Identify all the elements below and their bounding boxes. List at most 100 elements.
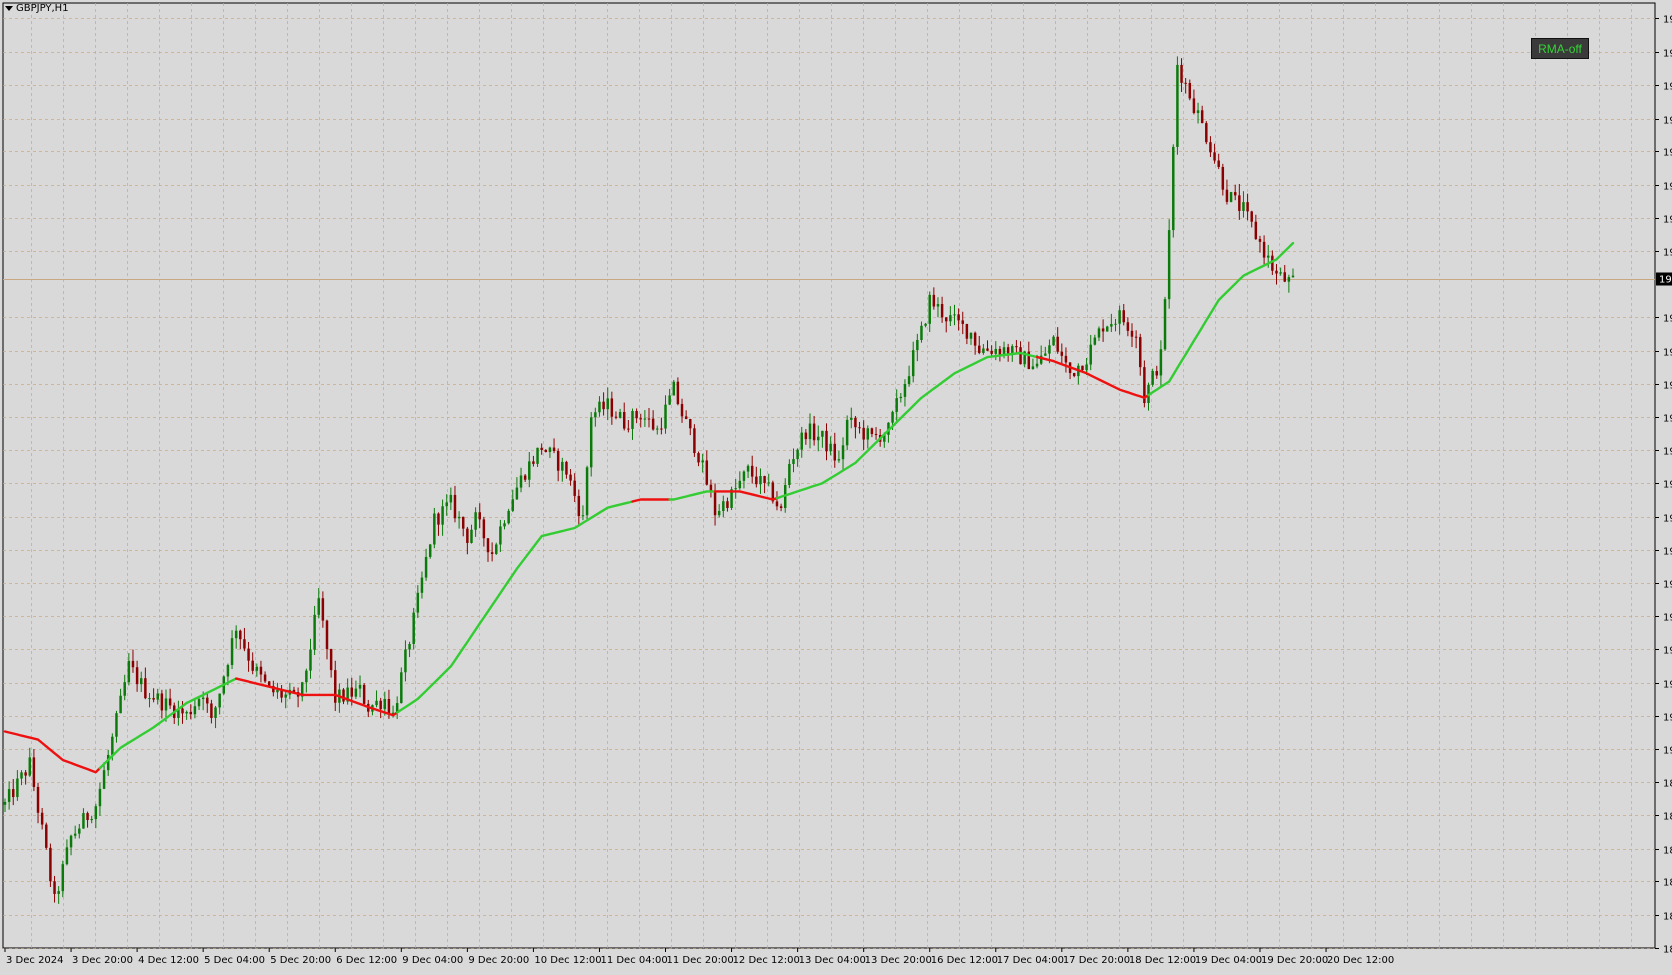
candle-body [218, 693, 221, 708]
candle-body [552, 447, 556, 451]
candle-body [449, 494, 453, 503]
candle-body [106, 754, 110, 771]
candle-body [82, 813, 85, 829]
candle-body [24, 772, 27, 776]
candle-body [152, 698, 155, 700]
y-tick-label: 198.440 [1663, 82, 1672, 93]
candle-body [400, 672, 403, 704]
candle-body [507, 510, 510, 524]
candle-body [713, 492, 717, 516]
candle-body [742, 471, 746, 481]
candle-body [276, 689, 279, 693]
candle-body [123, 682, 126, 696]
candle-body [821, 430, 824, 437]
x-tick-label: 3 Dec 20:00 [72, 955, 133, 966]
candle-body [1072, 373, 1076, 377]
candle-body [569, 474, 572, 481]
candle-body [548, 447, 552, 452]
candle-body [544, 449, 548, 452]
candle-body [259, 666, 263, 675]
candle-body [775, 501, 779, 507]
candle-body [940, 304, 944, 318]
candle-body [1258, 239, 1262, 242]
y-tick-label: 189.060 [1663, 846, 1672, 857]
candle-body [850, 417, 853, 420]
rma-toggle-button[interactable]: RMA-off [1531, 38, 1589, 59]
candle-body [982, 348, 985, 353]
candle-body [193, 706, 197, 715]
candle-body [189, 711, 193, 715]
candle-body [598, 401, 601, 413]
candle-body [94, 806, 98, 820]
candle-body [1101, 328, 1105, 332]
candle-body [424, 556, 428, 578]
candle-body [243, 639, 246, 649]
dropdown-triangle-icon[interactable] [5, 6, 13, 11]
candle-body [1060, 351, 1064, 356]
candle-body [354, 688, 358, 697]
candle-body [1196, 110, 1200, 114]
candle-body [474, 512, 477, 530]
candle-body [160, 693, 164, 711]
symbol-label: GBPJPY,H1 [5, 3, 69, 14]
candle-body [759, 476, 762, 485]
candle-body [779, 506, 783, 508]
candle-body [1254, 221, 1258, 240]
candle-body [874, 434, 878, 436]
candle-body [1089, 344, 1092, 365]
candle-body [135, 667, 139, 685]
candle-body [1229, 192, 1233, 202]
candle-body [684, 416, 688, 420]
candle-body [28, 757, 32, 776]
candle-body [614, 416, 618, 418]
y-tick-label: 193.140 [1663, 514, 1672, 525]
candle-body [944, 317, 948, 322]
candle-body [404, 649, 407, 673]
candle-body [804, 432, 808, 440]
x-tick-label: 11 Dec 20:00 [667, 955, 734, 966]
price-chart[interactable]: 199.260 198.850 198.440 198.030 197.630 197.2… [0, 0, 1672, 971]
candle-body [12, 789, 15, 798]
candle-body [928, 294, 931, 324]
candle-body [1048, 345, 1051, 354]
candle-body [523, 475, 527, 480]
candle-body [119, 695, 122, 714]
candle-body [994, 348, 998, 354]
candle-body [528, 461, 531, 480]
candle-body [1209, 142, 1212, 153]
candle-body [1093, 337, 1097, 345]
candle-body [647, 418, 651, 420]
candle-body [247, 648, 250, 661]
x-tick-label: 20 Dec 12:00 [1327, 955, 1394, 966]
candle-body [408, 643, 411, 650]
candle-body [1035, 363, 1039, 367]
candle-body [618, 412, 622, 418]
candle-body [181, 708, 184, 714]
candle-body [812, 423, 816, 441]
candle-body [433, 513, 436, 545]
candle-body [73, 833, 77, 836]
y-tick-label: 188.660 [1663, 878, 1672, 889]
candle-body [1114, 323, 1117, 325]
candle-body [36, 786, 40, 813]
candle-body [858, 427, 861, 429]
y-tick-label: 196.400 [1663, 248, 1672, 259]
candle-body [1225, 189, 1229, 202]
x-tick-label: 13 Dec 04:00 [799, 955, 866, 966]
candle-body [891, 411, 894, 423]
candle-body [540, 447, 543, 450]
candle-body [499, 526, 502, 545]
candle-body [482, 519, 486, 539]
candle-body [466, 528, 469, 543]
chart-area[interactable]: 199.260 198.850 198.440 198.030 197.630 197.2… [0, 0, 1672, 971]
candle-body [185, 711, 188, 714]
candle-body [957, 314, 960, 321]
candle-body [201, 697, 205, 700]
candle-body [3, 801, 7, 805]
candle-body [1031, 366, 1035, 370]
candle-body [86, 813, 89, 821]
candle-body [1163, 299, 1167, 350]
candle-body [115, 713, 118, 737]
candle-body [168, 698, 172, 706]
x-tick-label: 16 Dec 12:00 [931, 955, 998, 966]
